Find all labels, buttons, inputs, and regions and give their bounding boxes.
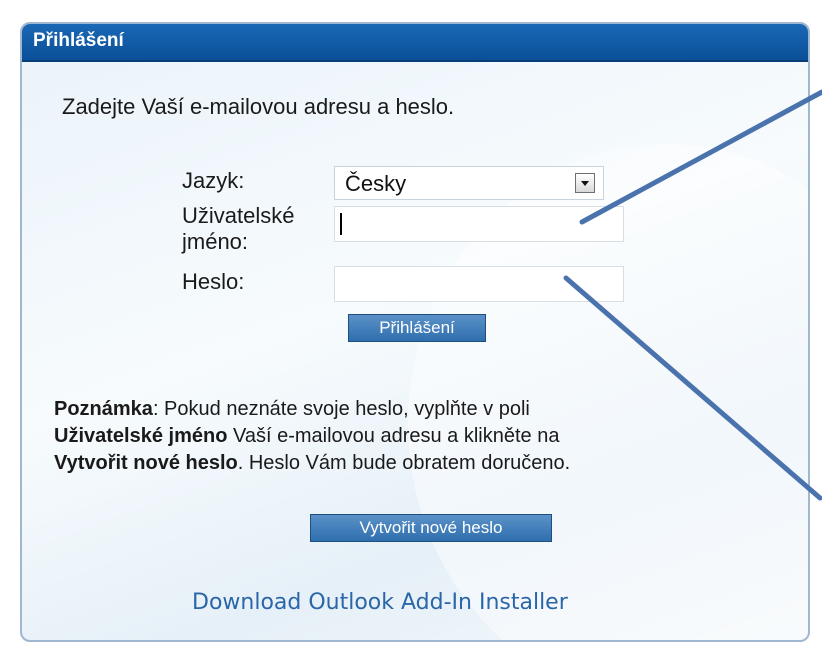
annotation-line-password (563, 275, 822, 501)
annotation-arrows (563, 89, 822, 501)
annotation-line-username (579, 89, 822, 225)
